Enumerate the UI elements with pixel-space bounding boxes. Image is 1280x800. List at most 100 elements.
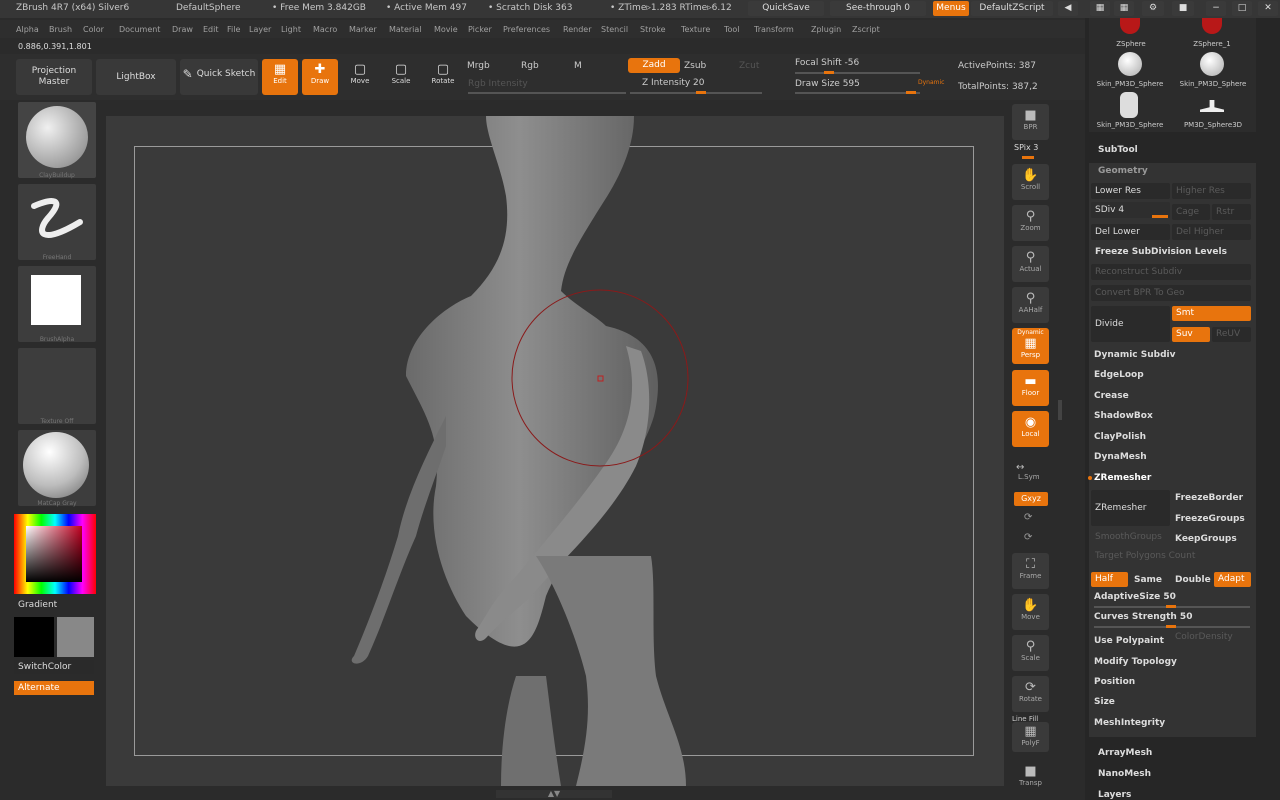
size-header[interactable]: Size	[1094, 697, 1115, 707]
adapt-toggle[interactable]: Adapt	[1214, 572, 1251, 587]
default-zscript-button[interactable]: DefaultZScript	[971, 1, 1053, 16]
menu-document[interactable]: Document	[119, 25, 160, 34]
menu-draw[interactable]: Draw	[172, 25, 193, 34]
smooth-groups-slider[interactable]: SmoothGroups	[1095, 532, 1162, 542]
same-toggle[interactable]: Same	[1134, 575, 1162, 585]
double-toggle[interactable]: Double	[1175, 575, 1211, 585]
crease-header[interactable]: Crease	[1094, 391, 1129, 401]
scale-view-button[interactable]: ⚲ Scale	[1012, 635, 1049, 671]
curves-strength-slider[interactable]: Curves Strength 50	[1094, 612, 1192, 622]
lsym-icon[interactable]: ↔	[1016, 462, 1024, 473]
position-header[interactable]: Position	[1094, 677, 1135, 687]
rgb-intensity-slider[interactable]: Rgb Intensity	[468, 79, 528, 89]
sphere-white-icon[interactable]	[1200, 52, 1224, 76]
menu-render[interactable]: Render	[563, 25, 591, 34]
arraymesh-header[interactable]: ArrayMesh	[1098, 748, 1152, 758]
projection-master-button[interactable]: Projection Master	[16, 59, 92, 95]
menu-light[interactable]: Light	[281, 25, 301, 34]
edgeloop-header[interactable]: EdgeLoop	[1094, 370, 1144, 380]
geometry-header[interactable]: Geometry	[1098, 166, 1148, 176]
quicksave-button[interactable]: QuickSave	[748, 1, 824, 16]
freeze-subdiv-button[interactable]: Freeze SubDivision Levels	[1091, 244, 1251, 260]
suv-toggle[interactable]: Suv	[1172, 327, 1210, 342]
menu-alpha[interactable]: Alpha	[16, 25, 39, 34]
focal-shift-slider[interactable]: Focal Shift -56	[795, 58, 859, 68]
scale-button[interactable]: ▢ Scale	[384, 59, 418, 95]
maximize-icon[interactable]: □	[1232, 1, 1252, 16]
skin-model-icon[interactable]	[1120, 92, 1138, 118]
convert-bpr-button[interactable]: Convert BPR To Geo	[1091, 285, 1251, 301]
bpr-button[interactable]: ■ BPR	[1012, 104, 1049, 140]
keep-groups-toggle[interactable]: KeepGroups	[1175, 534, 1237, 544]
use-polypaint-toggle[interactable]: Use Polypaint	[1094, 636, 1164, 646]
tray-divider-handle[interactable]	[1058, 400, 1062, 420]
z-intensity-handle[interactable]	[696, 91, 706, 94]
color-square[interactable]	[26, 526, 82, 582]
rotate-y-icon[interactable]: ⟳	[1024, 512, 1032, 523]
adaptive-size-slider[interactable]: AdaptiveSize 50	[1094, 592, 1176, 602]
draw-size-slider[interactable]: Draw Size 595	[795, 79, 860, 89]
secondary-color-swatch[interactable]	[57, 617, 94, 657]
spix-slider[interactable]: SPix 3	[1014, 143, 1038, 152]
layers-header[interactable]: Layers	[1098, 790, 1131, 800]
zsphere-red-icon[interactable]	[1120, 18, 1140, 34]
settings-icon[interactable]: ⚙	[1142, 1, 1164, 16]
see-through-slider[interactable]: See-through 0	[830, 1, 926, 16]
del-lower-button[interactable]: Del Lower	[1091, 224, 1170, 240]
zremesher-button[interactable]: ZRemesher	[1091, 490, 1170, 526]
smt-toggle[interactable]: Smt	[1172, 306, 1251, 321]
canvas-viewport[interactable]	[106, 116, 1004, 786]
higher-res-button[interactable]: Higher Res	[1172, 183, 1251, 199]
adaptive-size-handle[interactable]	[1166, 605, 1176, 608]
reuv-button[interactable]: ReUV	[1212, 327, 1251, 342]
rstr-button[interactable]: Rstr	[1212, 204, 1251, 220]
m-button[interactable]: M	[574, 61, 582, 71]
rotate-z-icon[interactable]: ⟳	[1024, 532, 1032, 543]
lower-res-button[interactable]: Lower Res	[1091, 183, 1170, 199]
focal-shift-handle[interactable]	[824, 71, 834, 74]
half-toggle[interactable]: Half	[1091, 572, 1128, 587]
sphere-white-icon[interactable]	[1118, 52, 1142, 76]
freeze-groups-toggle[interactable]: FreezeGroups	[1175, 514, 1245, 524]
stroke-thumbnail[interactable]	[18, 184, 96, 260]
subtool-header[interactable]: SubTool	[1098, 145, 1138, 155]
draw-button[interactable]: ✚ Draw	[302, 59, 338, 95]
zadd-button[interactable]: Zadd	[628, 58, 680, 73]
menu-file[interactable]: File	[227, 25, 240, 34]
lightbox-button[interactable]: LightBox	[96, 59, 176, 95]
minimize-icon[interactable]: −	[1206, 1, 1226, 16]
lock-icon[interactable]: ■	[1172, 1, 1194, 16]
menu-stencil[interactable]: Stencil	[601, 25, 628, 34]
zremesher-header[interactable]: ZRemesher	[1094, 473, 1151, 483]
menu-texture[interactable]: Texture	[681, 25, 710, 34]
menu-macro[interactable]: Macro	[313, 25, 337, 34]
menu-layer[interactable]: Layer	[249, 25, 271, 34]
main-color-swatch[interactable]	[14, 617, 54, 657]
menu-zplugin[interactable]: Zplugin	[811, 25, 841, 34]
polyf-button[interactable]: ▦ PolyF	[1012, 722, 1049, 752]
gradient-toggle[interactable]: Gradient	[18, 600, 57, 610]
freeze-border-toggle[interactable]: FreezeBorder	[1175, 493, 1243, 503]
rotate-view-button[interactable]: ⟳ Rotate	[1012, 676, 1049, 712]
zsphere-red-icon[interactable]	[1202, 18, 1222, 34]
layout-icon[interactable]: ▦	[1090, 1, 1110, 16]
menu-marker[interactable]: Marker	[349, 25, 377, 34]
actual-button[interactable]: ⚲ Actual	[1012, 246, 1049, 282]
menu-stroke[interactable]: Stroke	[640, 25, 666, 34]
frame-button[interactable]: ⛶ Frame	[1012, 553, 1049, 589]
menu-material[interactable]: Material	[389, 25, 422, 34]
persp-button[interactable]: Dynamic ▦ Persp	[1012, 328, 1049, 364]
dynamic-toggle[interactable]: Dynamic	[918, 79, 944, 86]
menu-transform[interactable]: Transform	[754, 25, 794, 34]
cage-button[interactable]: Cage	[1172, 204, 1210, 220]
material-thumbnail[interactable]	[18, 430, 96, 506]
quick-sketch-button[interactable]: ✎ Quick Sketch	[180, 59, 258, 95]
pm3d-model-icon[interactable]	[1200, 100, 1224, 112]
layout2-icon[interactable]: ▦	[1114, 1, 1134, 16]
brush-thumbnail[interactable]	[18, 102, 96, 178]
close-icon[interactable]: ✕	[1258, 1, 1278, 16]
aahalf-button[interactable]: ⚲ AAHalf	[1012, 287, 1049, 323]
divide-button[interactable]: Divide	[1091, 306, 1170, 342]
edit-button[interactable]: ▦ Edit	[262, 59, 298, 95]
menu-preferences[interactable]: Preferences	[503, 25, 550, 34]
